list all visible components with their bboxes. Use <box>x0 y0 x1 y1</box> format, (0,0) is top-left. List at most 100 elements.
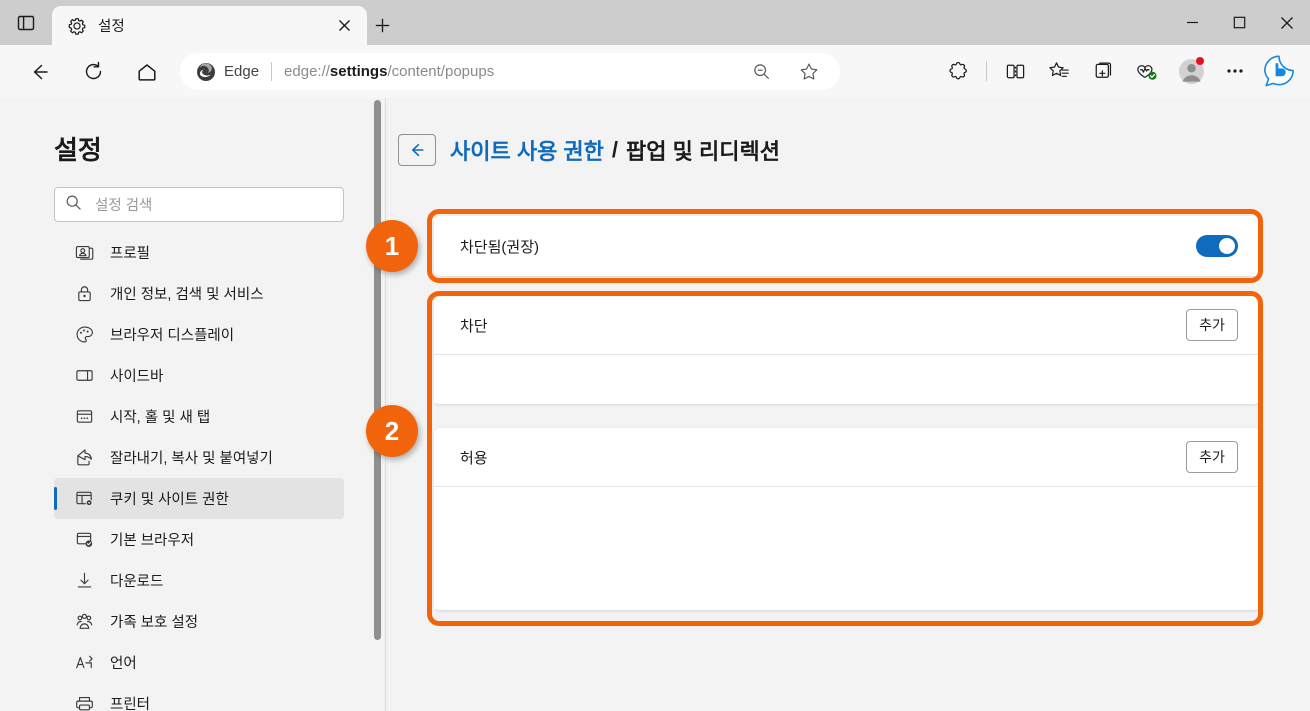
settings-sidebar: 설정 설정 검색 프로필 개인 정보, 검색 및 서비스 브라우저 디스플레이 … <box>0 98 374 711</box>
sidebar-item-downloads[interactable]: 다운로드 <box>54 560 344 601</box>
browser-window: 설정 Edge edge://settings/content/popups 설… <box>0 0 1310 711</box>
home-button[interactable] <box>130 55 164 89</box>
minimize-button[interactable] <box>1169 0 1216 45</box>
breadcrumb-current: 팝업 및 리디렉션 <box>626 139 780 164</box>
omnibox-divider <box>271 62 273 81</box>
allow-list-body <box>434 487 1260 609</box>
address-bar[interactable]: Edge edge://settings/content/popups <box>180 53 840 90</box>
profile-notification-badge <box>1196 57 1204 65</box>
sidebar-item-label: 기본 브라우저 <box>110 533 195 549</box>
sidebar-item-label: 잘라내기, 복사 및 붙여넣기 <box>110 451 273 467</box>
star-icon[interactable] <box>794 57 824 87</box>
more-options-icon[interactable] <box>1218 54 1252 88</box>
block-list-body <box>434 355 1260 403</box>
popup-block-toggle[interactable] <box>1196 235 1238 257</box>
gear-icon <box>68 17 86 35</box>
vertical-tabs-glyph <box>17 15 35 31</box>
browser-tab[interactable]: 설정 <box>52 6 367 45</box>
close-icon <box>1280 16 1293 29</box>
lock-icon <box>74 284 94 304</box>
copilot-icon[interactable] <box>1262 54 1296 88</box>
cookies-permissions-icon <box>74 489 94 509</box>
title-bar: 설정 <box>0 0 1310 45</box>
minimize-icon <box>1187 21 1198 24</box>
popup-block-setting-card: 차단됨(권장) <box>434 216 1260 276</box>
split-screen-icon[interactable] <box>998 54 1032 88</box>
refresh-button[interactable] <box>76 55 110 89</box>
collections-icon[interactable] <box>1086 54 1120 88</box>
sidebar-item-label: 다운로드 <box>110 574 164 590</box>
tab-title: 설정 <box>98 19 125 35</box>
startpage-icon <box>74 407 94 427</box>
window-controls <box>1169 0 1310 45</box>
sidebar-item-privacy[interactable]: 개인 정보, 검색 및 서비스 <box>54 273 344 314</box>
sidebar-item-label: 프린터 <box>110 697 151 711</box>
breadcrumb-parent-link[interactable]: 사이트 사용 권한 <box>450 134 604 166</box>
annotation-badge-1: 1 <box>366 220 418 272</box>
sidebar-item-label: 개인 정보, 검색 및 서비스 <box>110 287 264 303</box>
url-prefix: edge:// <box>284 63 330 80</box>
allow-list-add-button[interactable]: 추가 <box>1186 441 1238 473</box>
tab-close-icon[interactable] <box>331 13 357 39</box>
breadcrumb-back-button[interactable] <box>398 134 436 166</box>
extensions-icon[interactable] <box>941 54 975 88</box>
back-arrow-icon <box>33 64 48 79</box>
sidebar-item-sidebar[interactable]: 사이드바 <box>54 355 344 396</box>
new-tab-button[interactable] <box>368 11 396 39</box>
omnibox-actions <box>746 57 830 87</box>
search-input[interactable]: 설정 검색 <box>54 187 344 222</box>
sidebar-panel-icon <box>74 366 94 386</box>
block-list-card: 차단 추가 <box>434 296 1260 404</box>
sidebar-item-label: 시작, 홀 및 새 탭 <box>110 410 211 426</box>
breadcrumb: 사이트 사용 권한 / 팝업 및 리디렉션 <box>398 134 780 166</box>
sidebar-item-label: 브라우저 디스플레이 <box>110 328 235 344</box>
sidebar-item-label: 쿠키 및 사이트 권한 <box>110 492 229 508</box>
sidebar-item-printers[interactable]: 프린터 <box>54 683 344 711</box>
popup-block-setting-label: 차단됨(권장) <box>460 238 539 256</box>
popup-block-setting-row: 차단됨(권장) <box>434 216 1260 276</box>
block-list-add-button[interactable]: 추가 <box>1186 309 1238 341</box>
share-icon <box>74 448 94 468</box>
back-button[interactable] <box>22 55 56 89</box>
sidebar-item-cookies-permissions[interactable]: 쿠키 및 사이트 권한 <box>54 478 344 519</box>
edge-logo-icon <box>196 62 216 82</box>
toolbar-right-actions <box>936 54 1306 88</box>
language-icon <box>74 653 94 673</box>
sidebar-item-family-safety[interactable]: 가족 보호 설정 <box>54 601 344 642</box>
maximize-icon <box>1233 16 1246 29</box>
sidebar-item-default-browser[interactable]: 기본 브라우저 <box>54 519 344 560</box>
allow-list-header: 허용 추가 <box>434 428 1260 487</box>
url-bold-segment: settings <box>329 63 388 80</box>
sidebar-item-languages[interactable]: 언어 <box>54 642 344 683</box>
allow-list-title: 허용 <box>460 449 488 467</box>
profile-avatar-icon[interactable] <box>1174 54 1208 88</box>
browser-toolbar: Edge edge://settings/content/popups <box>0 45 1310 98</box>
sidebar-item-startpage[interactable]: 시작, 홀 및 새 탭 <box>54 396 344 437</box>
block-list-header: 차단 추가 <box>434 296 1260 355</box>
favorites-icon[interactable] <box>1042 54 1076 88</box>
search-placeholder: 설정 검색 <box>95 198 153 214</box>
zoom-out-icon[interactable] <box>746 57 776 87</box>
close-window-button[interactable] <box>1263 0 1310 45</box>
refresh-icon <box>85 61 101 80</box>
sidebar-item-clipboard[interactable]: 잘라내기, 복사 및 붙여넣기 <box>54 437 344 478</box>
download-icon <box>74 571 94 591</box>
tab-actions-icon[interactable] <box>8 6 44 40</box>
settings-nav: 프로필 개인 정보, 검색 및 서비스 브라우저 디스플레이 사이드바 시작, … <box>54 232 344 711</box>
breadcrumb-separator: / <box>611 137 619 162</box>
maximize-button[interactable] <box>1216 0 1263 45</box>
settings-page: 설정 설정 검색 프로필 개인 정보, 검색 및 서비스 브라우저 디스플레이 … <box>0 98 1310 711</box>
toolbar-divider <box>986 61 987 81</box>
sidebar-item-label: 프로필 <box>110 246 151 262</box>
palette-icon <box>74 325 94 345</box>
default-browser-icon <box>74 530 94 550</box>
sidebar-item-profile[interactable]: 프로필 <box>54 232 344 273</box>
allow-list-card: 허용 추가 <box>434 428 1260 610</box>
omnibox-url: edge://settings/content/popups <box>284 63 494 80</box>
sidebar-item-appearance[interactable]: 브라우저 디스플레이 <box>54 314 344 355</box>
profile-icon <box>74 243 94 263</box>
sidebar-scrollbar-thumb[interactable] <box>374 100 381 640</box>
browser-essentials-icon[interactable] <box>1130 54 1164 88</box>
settings-content: 사이트 사용 권한 / 팝업 및 리디렉션 차단됨(권장) 차단 추가 허용 추… <box>386 98 1310 711</box>
omnibox-brand-label: Edge <box>224 63 260 80</box>
